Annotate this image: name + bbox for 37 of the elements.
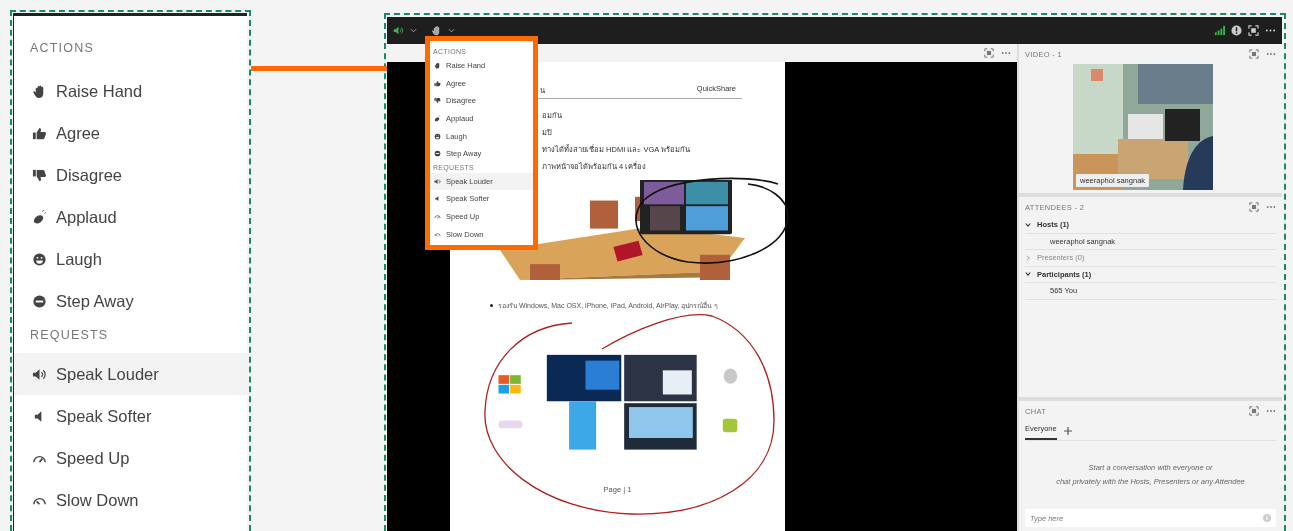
gauge-icon xyxy=(434,213,441,221)
help-icon[interactable] xyxy=(1231,25,1242,36)
menu-item[interactable]: Disagree xyxy=(14,154,247,196)
menu-item[interactable]: Agree xyxy=(14,112,247,154)
signal-icon xyxy=(1214,25,1225,36)
minus-circle-icon xyxy=(434,150,441,158)
speaker-icon[interactable] xyxy=(393,25,404,36)
speaker-waves-icon xyxy=(434,177,441,185)
smiley-icon xyxy=(434,132,441,140)
hand-icon xyxy=(434,62,441,70)
caret-icon[interactable] xyxy=(410,27,417,34)
fullscreen-icon[interactable] xyxy=(1248,25,1259,36)
menu-item[interactable]: Raise Hand xyxy=(14,70,247,112)
menu-item[interactable]: Speak Louder xyxy=(14,353,247,395)
minus-circle-icon xyxy=(32,293,47,309)
thumbs-up-icon xyxy=(434,79,441,87)
speaker-icon xyxy=(434,195,441,203)
menu-item[interactable]: Speed Up xyxy=(14,437,247,479)
menu-item[interactable]: Step Away xyxy=(14,280,247,322)
thumbs-up-icon xyxy=(32,125,47,141)
hand-icon[interactable] xyxy=(431,25,442,36)
thumbs-down-icon xyxy=(434,97,441,105)
thumbs-down-icon xyxy=(32,167,47,183)
clapping-hands-icon xyxy=(434,115,441,123)
menu-item[interactable]: Speak Softer xyxy=(14,395,247,437)
section-heading: ACTIONS xyxy=(29,40,95,57)
clapping-hands-icon xyxy=(32,209,47,225)
menu-item[interactable]: Slow Down xyxy=(14,479,247,521)
caret-icon[interactable] xyxy=(448,27,455,34)
speaker-waves-icon xyxy=(32,366,47,382)
plus-icon[interactable] xyxy=(1063,426,1072,435)
section-heading: REQUESTS xyxy=(29,327,110,344)
smiley-icon xyxy=(32,251,47,267)
menu-item[interactable]: Applaud xyxy=(14,196,247,238)
menu-item[interactable]: Laugh xyxy=(14,238,247,280)
gauge-icon xyxy=(434,230,441,238)
bullet-icon xyxy=(490,304,493,307)
